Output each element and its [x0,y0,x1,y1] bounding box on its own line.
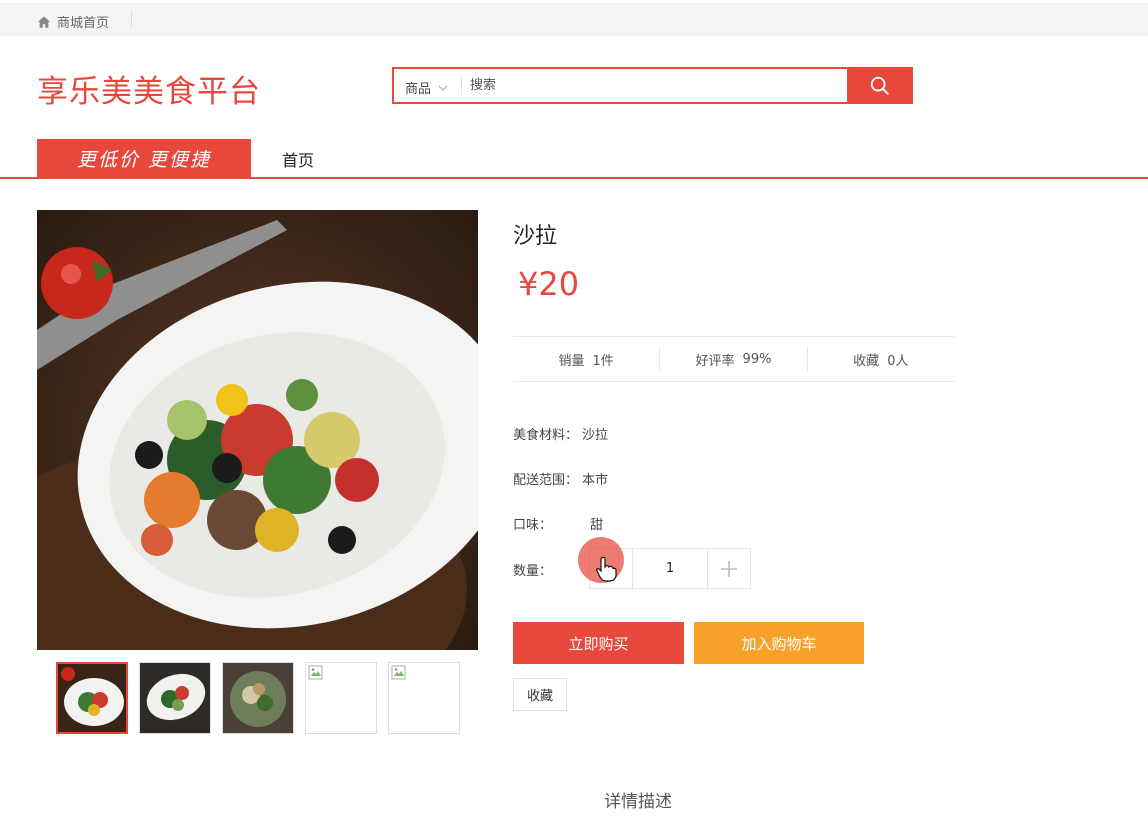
attr-ingredients-value: 沙拉 [582,428,609,443]
mall-home-label: 商城首页 [57,16,110,31]
quantity-value[interactable]: 1 [632,549,708,588]
product-main-image [37,210,478,650]
thumbnail-3[interactable] [222,662,294,734]
search-bar: 商品 [392,67,913,104]
broken-image-icon [308,665,323,680]
product-price: ¥20 [518,265,580,303]
search-button[interactable] [847,67,913,104]
search-input[interactable] [470,72,840,98]
stat-favorites-value: 0人 [887,353,909,369]
quantity-increase-button[interactable] [708,549,750,588]
stat-rating: 好评率 99% [659,347,806,371]
stat-rating-label: 好评率 [695,353,735,369]
chevron-down-icon [438,85,448,91]
attr-delivery: 配送范围： 本市 [513,469,608,488]
topbar-divider [131,11,132,27]
broken-image-icon [391,665,406,680]
quantity-label: 数量： [513,564,553,579]
favorite-button[interactable]: 收藏 [513,678,567,711]
home-icon [37,15,51,28]
top-bar: 商城首页 [0,3,1148,36]
mall-home-link[interactable]: 商城首页 [37,12,109,31]
attr-taste-label: 口味： [513,518,553,533]
plus-icon [721,560,737,577]
attr-taste-value: 甜 [590,518,604,533]
product-stats: 销量 1件 好评率 99% 收藏 0人 [513,336,954,382]
search-category-label: 商品 [405,82,432,97]
nav-slogan-banner[interactable]: 更低价 更便捷 [37,139,251,178]
stat-sales-value: 1件 [592,353,614,369]
stat-favorites-label: 收藏 [853,353,880,369]
search-icon [870,76,889,95]
attr-delivery-value: 本市 [582,473,609,488]
search-category-select[interactable]: 商品 [405,78,449,97]
buy-now-button[interactable]: 立即购买 [513,622,684,664]
attr-ingredients-label: 美食材料： [513,428,579,443]
add-to-cart-button[interactable]: 加入购物车 [694,622,864,664]
attr-ingredients: 美食材料： 沙拉 [513,424,608,443]
thumbnail-4[interactable] [305,662,377,734]
attr-taste: 口味： 甜 [513,514,603,533]
hand-cursor-icon [596,556,617,582]
site-logo[interactable]: 享乐美美食平台 [37,66,261,111]
nav-item-home[interactable]: 首页 [282,147,314,171]
stat-sales-label: 销量 [558,353,585,369]
thumbnail-1[interactable] [56,662,128,734]
thumbnail-2[interactable] [139,662,211,734]
product-title: 沙拉 [513,224,558,249]
thumbnail-5[interactable] [388,662,460,734]
stat-favorites: 收藏 0人 [806,347,954,371]
thumbnail-list [56,662,460,734]
detail-heading: 详情描述 [604,792,672,812]
search-divider [461,77,462,95]
attr-delivery-label: 配送范围： [513,473,579,488]
stat-rating-value: 99% [742,351,772,367]
stat-sales: 销量 1件 [513,337,659,381]
nav-underline [0,177,1148,179]
